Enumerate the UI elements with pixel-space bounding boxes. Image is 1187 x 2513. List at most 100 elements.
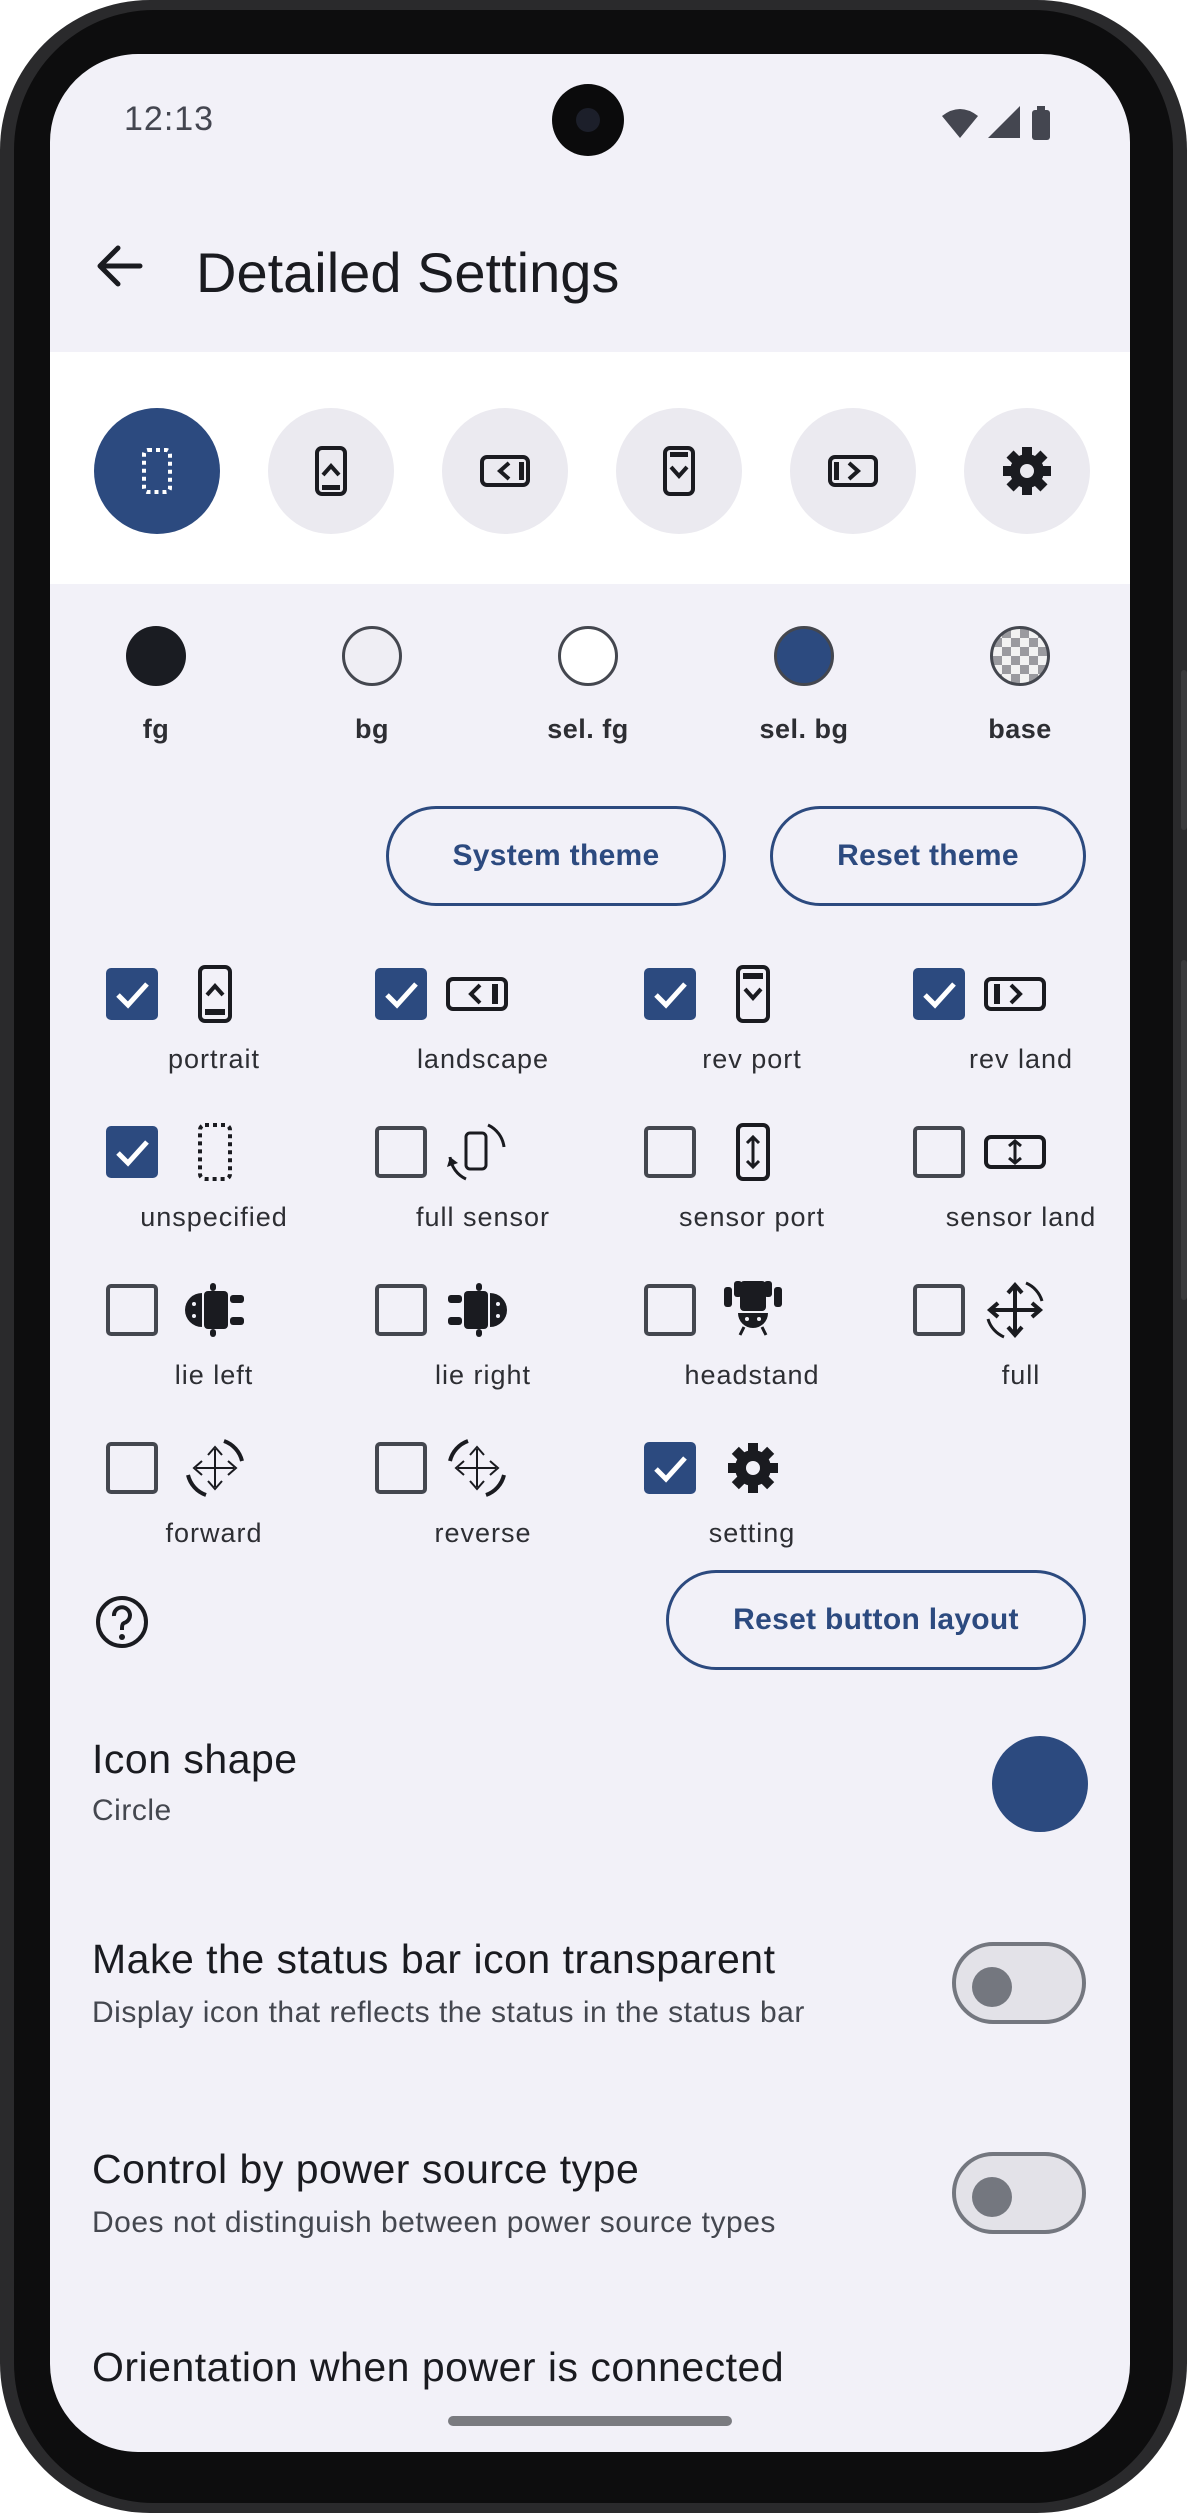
status-time: 12:13 (124, 100, 215, 138)
checkbox-full[interactable] (913, 1284, 965, 1336)
phone-landscape-icon (480, 455, 530, 487)
phone-portrait-icon (315, 446, 347, 496)
sensor-portrait-icon (736, 1123, 770, 1181)
phone-reverse-landscape-icon (984, 977, 1046, 1011)
checkbox-rev-port[interactable] (644, 968, 696, 1020)
swatch-label-bg: bg (355, 714, 389, 744)
check-icon (654, 1456, 687, 1483)
mode-button-setting[interactable] (964, 408, 1090, 534)
mode-button-unspecified[interactable] (94, 408, 220, 534)
checkbox-forward[interactable] (106, 1442, 158, 1494)
camera-cutout (552, 84, 624, 156)
switch-thumb (972, 2177, 1012, 2217)
swatch-label-sel-fg: sel. fg (547, 714, 629, 744)
phone-reverse-portrait-icon (736, 965, 770, 1023)
android-headstand-icon (724, 1281, 782, 1336)
phone-portrait-icon (198, 965, 232, 1023)
option-label-reverse: reverse (434, 1518, 532, 1548)
orientation-power-title: Orientation when power is connected (92, 2344, 785, 2390)
help-button[interactable] (94, 1594, 150, 1650)
check-icon (116, 982, 149, 1009)
checkbox-setting[interactable] (644, 1442, 696, 1494)
status-bar-transparent-switch[interactable] (952, 1942, 1086, 2024)
reset-theme-button[interactable]: Reset theme (770, 806, 1086, 906)
move-rotate-reverse-icon (448, 1439, 506, 1497)
phone-landscape-icon (446, 977, 508, 1011)
switch-thumb (972, 1967, 1012, 2007)
status-icons (940, 104, 1060, 149)
reset-button-layout-button[interactable]: Reset button layout (666, 1570, 1086, 1670)
mode-button-landscape[interactable] (442, 408, 568, 534)
option-label-headstand: headstand (684, 1360, 820, 1390)
option-label-sensor-land: sensor land (945, 1202, 1097, 1232)
option-label-lie-right: lie right (434, 1360, 532, 1390)
swatch-base[interactable] (990, 626, 1050, 686)
checkbox-full-sensor[interactable] (375, 1126, 427, 1178)
status-bar-transparent-title: Make the status bar icon transparent (92, 1936, 776, 1982)
move-rotate-icon (986, 1281, 1044, 1339)
checkbox-headstand[interactable] (644, 1284, 696, 1336)
icon-shape-preview[interactable] (992, 1736, 1088, 1832)
phone-frame: 12:13 Detailed Settings fg bg sel. fg se… (0, 0, 1187, 2513)
wifi-icon (942, 109, 978, 138)
battery-icon (1032, 106, 1050, 140)
icon-shape-title: Icon shape (92, 1736, 298, 1782)
option-label-forward: forward (165, 1518, 263, 1548)
status-bar-transparent-subtitle: Display icon that reflects the status in… (92, 1996, 805, 2029)
help-icon (96, 1596, 148, 1648)
gear-icon (728, 1443, 778, 1493)
dashed-rect-icon (142, 448, 172, 494)
phone-rotate-icon (447, 1123, 506, 1181)
checkbox-lie-left[interactable] (106, 1284, 158, 1336)
check-icon (923, 982, 956, 1009)
option-label-rev-land: rev land (968, 1044, 1074, 1074)
mode-button-rev-land[interactable] (790, 408, 916, 534)
arrow-back-icon (97, 245, 143, 287)
swatch-fg[interactable] (126, 626, 186, 686)
sensor-landscape-icon (984, 1135, 1046, 1169)
swatch-label-base: base (988, 714, 1052, 744)
mode-button-rev-port[interactable] (616, 408, 742, 534)
swatch-bg[interactable] (342, 626, 402, 686)
gear-icon (1003, 447, 1051, 495)
option-label-unspecified: unspecified (140, 1202, 288, 1232)
swatch-sel-fg[interactable] (558, 626, 618, 686)
move-rotate-forward-icon (186, 1439, 244, 1497)
screen: 12:13 Detailed Settings fg bg sel. fg se… (50, 54, 1130, 2452)
checkbox-unspecified[interactable] (106, 1126, 158, 1178)
swatch-label-fg: fg (142, 714, 170, 744)
home-indicator[interactable] (448, 2416, 732, 2426)
icon-shape-value: Circle (92, 1794, 172, 1827)
checkbox-portrait[interactable] (106, 968, 158, 1020)
system-theme-button[interactable]: System theme (386, 806, 726, 906)
swatch-label-sel-bg: sel. bg (759, 714, 849, 744)
power-source-switch[interactable] (952, 2152, 1086, 2234)
checkbox-rev-land[interactable] (913, 968, 965, 1020)
checkbox-landscape[interactable] (375, 968, 427, 1020)
checkbox-sensor-land[interactable] (913, 1126, 965, 1178)
power-source-subtitle: Does not distinguish between power sourc… (92, 2206, 776, 2239)
back-button[interactable] (88, 234, 152, 298)
swatch-sel-bg[interactable] (774, 626, 834, 686)
check-icon (385, 982, 418, 1009)
option-label-lie-left: lie left (174, 1360, 254, 1390)
android-lie-left-icon (185, 1283, 244, 1337)
checkbox-lie-right[interactable] (375, 1284, 427, 1336)
option-label-rev-port: rev port (702, 1044, 802, 1074)
option-label-landscape: landscape (416, 1044, 550, 1074)
option-label-full-sensor: full sensor (415, 1202, 551, 1232)
mode-button-portrait[interactable] (268, 408, 394, 534)
power-button (1181, 960, 1187, 1300)
phone-reverse-landscape-icon (828, 455, 878, 487)
option-label-setting: setting (708, 1518, 796, 1548)
signal-icon (988, 106, 1020, 138)
option-label-portrait: portrait (167, 1044, 261, 1074)
checkbox-sensor-port[interactable] (644, 1126, 696, 1178)
phone-reverse-portrait-icon (663, 446, 695, 496)
check-icon (654, 982, 687, 1009)
checkbox-reverse[interactable] (375, 1442, 427, 1494)
power-source-title: Control by power source type (92, 2146, 640, 2192)
check-icon (116, 1140, 149, 1167)
android-lie-right-icon (448, 1283, 507, 1337)
dashed-rect-icon (198, 1123, 232, 1181)
